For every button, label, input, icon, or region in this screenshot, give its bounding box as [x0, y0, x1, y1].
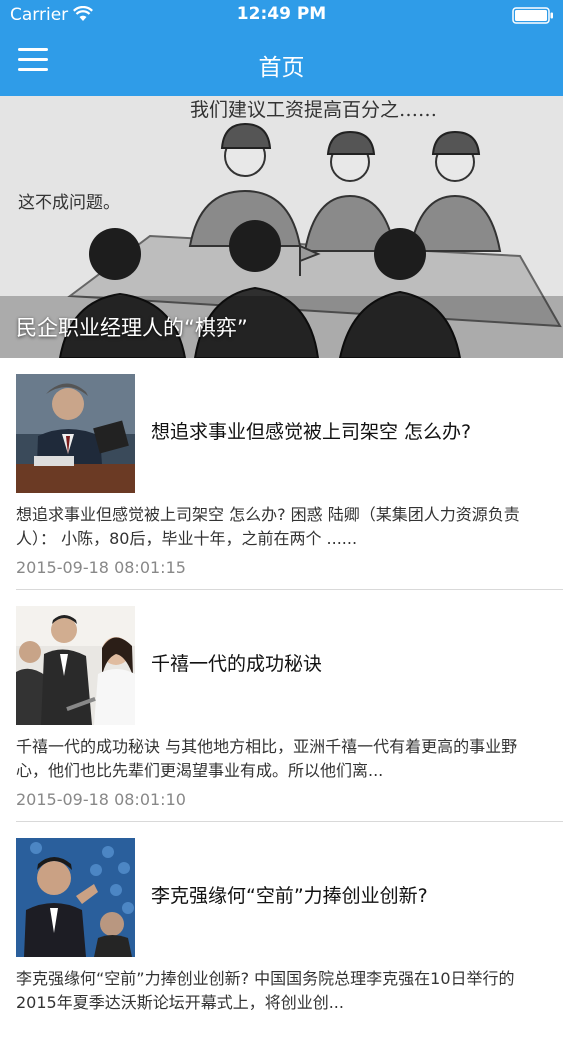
article-card[interactable]: 想追求事业但感觉被上司架空 怎么办? 想追求事业但感觉被上司架空 怎么办? 困惑… — [0, 358, 563, 590]
article-list: 想追求事业但感觉被上司架空 怎么办? 想追求事业但感觉被上司架空 怎么办? 困惑… — [0, 358, 563, 1054]
sketch-caption-top: 我们建议工资提高百分之…… — [190, 99, 437, 121]
article-summary: 李克强缘何“空前”力捧创业创新? 中国国务院总理李克强在10日举行的2015年夏… — [16, 969, 515, 1012]
page-title: 首页 — [258, 55, 305, 81]
app-header: Carrier 12:49 PM 首页 — [0, 0, 563, 96]
article-thumbnail — [16, 374, 135, 493]
article-timestamp: 2015-09-18 08:01:15 — [16, 558, 186, 577]
forum-speaker-photo — [16, 838, 135, 957]
article-card[interactable]: 千禧一代的成功秘诀 千禧一代的成功秘诀 与其他地方相比，亚洲千禧一代有着更高的事… — [0, 590, 563, 822]
featured-banner[interactable]: 我们建议工资提高百分之…… 这不成问题。 民企职业经理人的“棋弈” — [0, 96, 563, 358]
article-title: 想追求事业但感觉被上司架空 怎么办? — [151, 421, 472, 443]
banner-caption: 民企职业经理人的“棋弈” — [16, 316, 248, 340]
status-bar: Carrier 12:49 PM — [0, 0, 563, 30]
article-thumbnail — [16, 838, 135, 957]
office-team-photo — [16, 606, 135, 725]
businessman-desk-photo — [16, 374, 135, 493]
navigation-bar: 首页 — [0, 30, 563, 96]
sketch-caption-left: 这不成问题。 — [18, 193, 120, 213]
article-summary: 想追求事业但感觉被上司架空 怎么办? 困惑 陆卿（某集团人力资源负责人）： 小陈… — [16, 505, 520, 548]
article-summary: 千禧一代的成功秘诀 与其他地方相比，亚洲千禧一代有着更高的事业野心，他们也比先辈… — [16, 737, 518, 780]
article-card[interactable]: 李克强缘何“空前”力捧创业创新? 李克强缘何“空前”力捧创业创新? 中国国务院总… — [0, 822, 563, 1054]
battery-icon — [512, 7, 553, 24]
article-title: 李克强缘何“空前”力捧创业创新? — [151, 885, 428, 907]
article-thumbnail — [16, 606, 135, 725]
article-title: 千禧一代的成功秘诀 — [151, 653, 323, 675]
article-timestamp: 2015-09-18 08:01:10 — [16, 790, 186, 809]
status-time: 12:49 PM — [236, 4, 327, 24]
